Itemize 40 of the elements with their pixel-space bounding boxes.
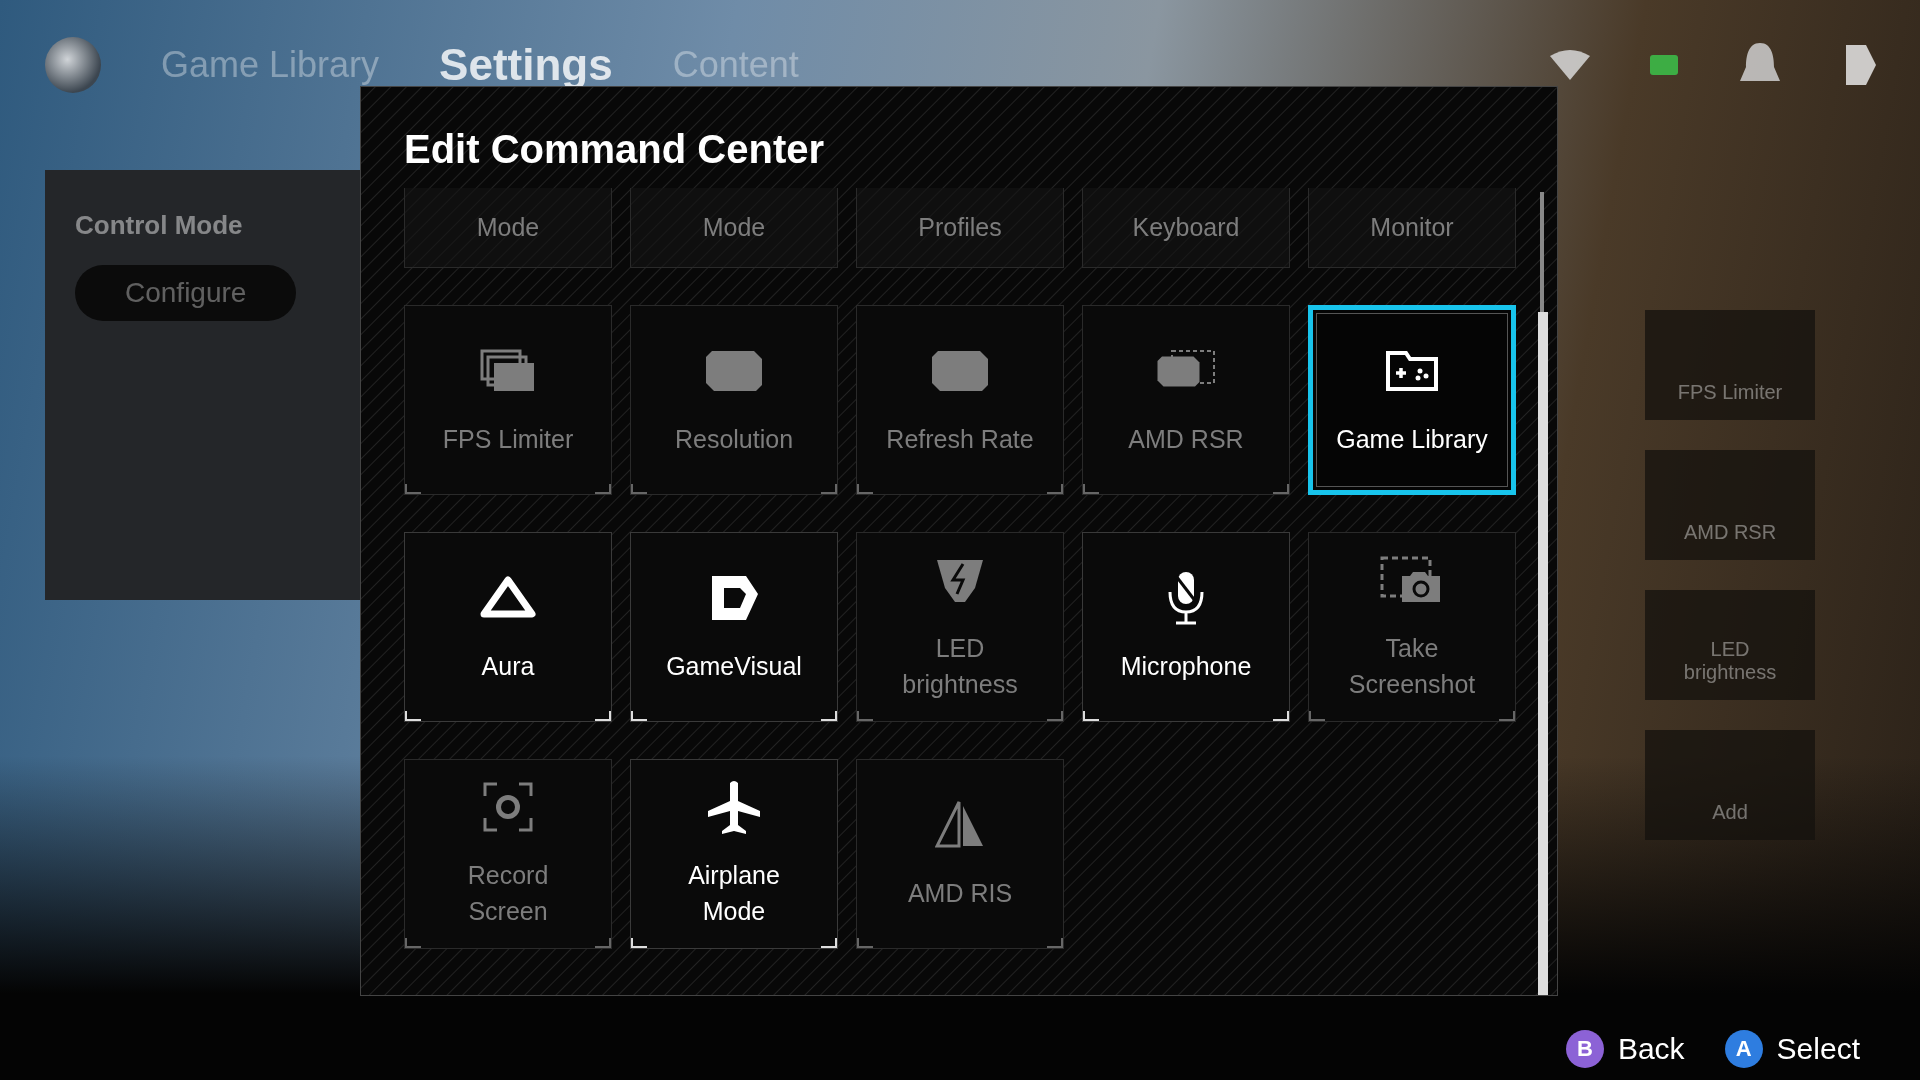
- hint-label[interactable]: Back: [1617, 1032, 1685, 1066]
- wifi-icon: [1550, 50, 1590, 80]
- command-tile[interactable]: Profiles: [856, 188, 1064, 268]
- command-tile[interactable]: Monitor: [1308, 188, 1516, 268]
- airplane-icon: [706, 779, 762, 835]
- hint-label[interactable]: Select: [1776, 1032, 1860, 1066]
- command-tile[interactable]: Record Screen: [404, 759, 612, 949]
- command-tile[interactable]: AMD RIS: [856, 759, 1064, 949]
- command-tile[interactable]: AMD RSR: [1082, 305, 1290, 495]
- command-tile[interactable]: Resolution: [630, 305, 838, 495]
- command-tile[interactable]: Mode: [630, 188, 838, 268]
- command-tile[interactable]: GameVisual: [630, 532, 838, 722]
- command-tile[interactable]: Microphone: [1082, 532, 1290, 722]
- configure-button[interactable]: Configure: [75, 265, 297, 321]
- command-tile[interactable]: Game Library: [1308, 305, 1516, 495]
- display-icon: [930, 349, 990, 393]
- triangle-icon: [935, 800, 985, 850]
- battery-icon: [1650, 53, 1680, 77]
- dialog-title: Edit Command Center: [404, 127, 826, 172]
- command-tile[interactable]: Refresh Rate: [856, 305, 1064, 495]
- folder-gamepad-icon: [1384, 349, 1440, 393]
- command-tile[interactable]: LED brightness: [856, 532, 1064, 722]
- panel-title: Control Mode: [75, 210, 244, 241]
- background-tile[interactable]: Add: [1645, 730, 1815, 840]
- command-tile[interactable]: Aura: [404, 532, 612, 722]
- command-tile[interactable]: Airplane Mode: [630, 759, 838, 949]
- command-tile[interactable]: Keyboard: [1082, 188, 1290, 268]
- record-icon: [483, 782, 533, 832]
- background-tile[interactable]: LED brightness: [1645, 590, 1815, 700]
- display-icon: [704, 349, 764, 393]
- triangle-icon: [480, 576, 536, 620]
- logo-icon: [45, 37, 101, 93]
- command-tile[interactable]: FPS Limiter: [404, 305, 612, 495]
- microphone-icon: [1166, 570, 1206, 626]
- command-tile[interactable]: Mode: [404, 188, 612, 268]
- background-tile[interactable]: AMD RSR: [1645, 450, 1815, 560]
- nav-tab[interactable]: Settings: [439, 40, 613, 90]
- stacked-cards-icon: [480, 349, 536, 393]
- background-tile[interactable]: FPS Limiter: [1645, 310, 1815, 420]
- command-tile[interactable]: Take Screenshot: [1308, 532, 1516, 722]
